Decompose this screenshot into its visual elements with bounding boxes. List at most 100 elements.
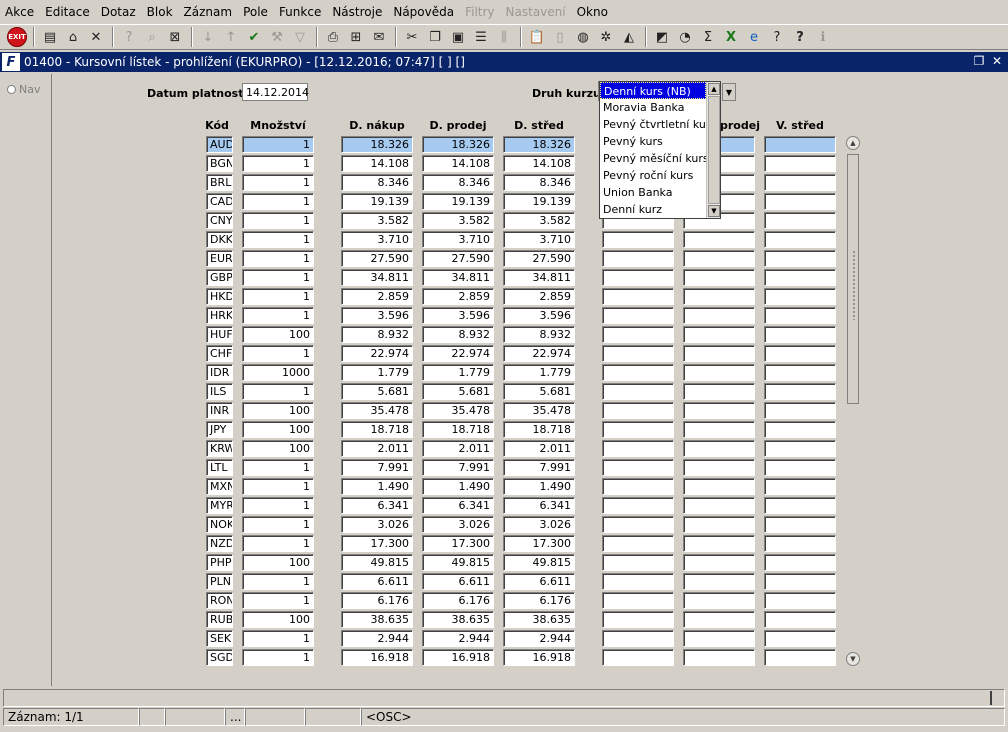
cell-v-prodej[interactable] [683, 345, 755, 362]
insert-record-button[interactable]: ▤ [39, 26, 61, 48]
cell-d-nakup[interactable]: 2.859 [341, 288, 413, 305]
cell-d-nakup[interactable]: 17.300 [341, 535, 413, 552]
cell-v-stred[interactable] [764, 345, 836, 362]
cell-v-nakup[interactable] [602, 573, 674, 590]
cell-v-nakup[interactable] [602, 288, 674, 305]
cell-v-stred[interactable] [764, 193, 836, 210]
cell-d-nakup[interactable]: 18.326 [341, 136, 413, 153]
cancel-query-button[interactable]: ⊠ [164, 26, 186, 48]
cell-d-stred[interactable]: 8.932 [503, 326, 575, 343]
cell-kod[interactable]: INR [206, 402, 233, 419]
cell-v-prodej[interactable] [683, 535, 755, 552]
cell-v-prodej[interactable] [683, 497, 755, 514]
execute-query-button[interactable]: ⌕ [141, 26, 163, 48]
cell-d-prodej[interactable]: 14.108 [422, 155, 494, 172]
cell-d-nakup[interactable]: 1.490 [341, 478, 413, 495]
cell-v-nakup[interactable] [602, 459, 674, 476]
cell-d-stred[interactable]: 35.478 [503, 402, 575, 419]
confirm-button[interactable]: ✔ [243, 26, 265, 48]
cell-kod[interactable]: RUB [206, 611, 233, 628]
cell-v-prodej[interactable] [683, 421, 755, 438]
cell-v-stred[interactable] [764, 364, 836, 381]
cell-kod[interactable]: HUF [206, 326, 233, 343]
cell-d-prodej[interactable]: 2.011 [422, 440, 494, 457]
cell-d-stred[interactable]: 2.011 [503, 440, 575, 457]
cell-kod[interactable]: ILS [206, 383, 233, 400]
copy-button[interactable]: ❐ [424, 26, 446, 48]
delete-record-button[interactable]: ✕ [85, 26, 107, 48]
menu-dotaz[interactable]: Dotaz [100, 3, 137, 21]
query-button[interactable]: ? [118, 26, 140, 48]
menu-nastaveni[interactable]: Nastavení [505, 3, 567, 21]
cell-kod[interactable]: LTL [206, 459, 233, 476]
druh-kurzu-dropdown-list[interactable]: Denní kurs (NB) Moravia Banka Pevný čtvrtl… [599, 81, 721, 219]
cell-v-prodej[interactable] [683, 288, 755, 305]
menu-okno[interactable]: Okno [576, 3, 609, 21]
cell-v-stred[interactable] [764, 611, 836, 628]
cell-v-stred[interactable] [764, 288, 836, 305]
menu-akce[interactable]: Akce [4, 3, 35, 21]
cell-v-stred[interactable] [764, 174, 836, 191]
tools-button[interactable]: ⚒ [266, 26, 288, 48]
cell-d-nakup[interactable]: 38.635 [341, 611, 413, 628]
cell-d-nakup[interactable]: 18.718 [341, 421, 413, 438]
document-button[interactable]: ▯ [549, 26, 571, 48]
cell-d-prodej[interactable]: 8.932 [422, 326, 494, 343]
cell-d-prodej[interactable]: 34.811 [422, 269, 494, 286]
cell-mnozstvi[interactable]: 1 [242, 535, 314, 552]
cell-v-nakup[interactable] [602, 383, 674, 400]
cell-v-stred[interactable] [764, 421, 836, 438]
cell-d-prodej[interactable]: 18.326 [422, 136, 494, 153]
cell-d-stred[interactable]: 8.346 [503, 174, 575, 191]
cell-kod[interactable]: RON [206, 592, 233, 609]
cell-kod[interactable]: KRW [206, 440, 233, 457]
cell-kod[interactable]: JPY [206, 421, 233, 438]
dropdown-option[interactable]: Denní kurz [600, 201, 706, 218]
cell-v-prodej[interactable] [683, 554, 755, 571]
cell-v-nakup[interactable] [602, 307, 674, 324]
cell-kod[interactable]: MYR [206, 497, 233, 514]
cell-d-nakup[interactable]: 3.596 [341, 307, 413, 324]
cell-d-stred[interactable]: 1.779 [503, 364, 575, 381]
cell-kod[interactable]: SEK [206, 630, 233, 647]
cell-d-prodej[interactable]: 8.346 [422, 174, 494, 191]
cell-v-nakup[interactable] [602, 440, 674, 457]
cell-d-nakup[interactable]: 2.011 [341, 440, 413, 457]
cell-mnozstvi[interactable]: 100 [242, 421, 314, 438]
cell-d-nakup[interactable]: 3.026 [341, 516, 413, 533]
cell-mnozstvi[interactable]: 1 [242, 231, 314, 248]
cell-mnozstvi[interactable]: 1 [242, 383, 314, 400]
menu-napoveda[interactable]: Nápověda [392, 3, 455, 21]
cell-d-stred[interactable]: 16.918 [503, 649, 575, 666]
cell-d-prodej[interactable]: 19.139 [422, 193, 494, 210]
cell-d-nakup[interactable]: 27.590 [341, 250, 413, 267]
cell-v-prodej[interactable] [683, 478, 755, 495]
cell-d-stred[interactable]: 17.300 [503, 535, 575, 552]
save-button[interactable]: ⌂ [62, 26, 84, 48]
dropdown-option[interactable]: Denní kurs (NB) [600, 82, 706, 99]
cell-v-stred[interactable] [764, 630, 836, 647]
cut-button[interactable]: ✂ [401, 26, 423, 48]
cell-d-nakup[interactable]: 6.176 [341, 592, 413, 609]
cell-kod[interactable]: MXN [206, 478, 233, 495]
cell-v-stred[interactable] [764, 554, 836, 571]
cell-kod[interactable]: CHF [206, 345, 233, 362]
cell-v-nakup[interactable] [602, 250, 674, 267]
cell-v-nakup[interactable] [602, 326, 674, 343]
dropdown-scroll-up-button[interactable]: ▲ [708, 83, 720, 95]
context-help-button[interactable]: ? [789, 26, 811, 48]
list-button[interactable]: ☰ [470, 26, 492, 48]
cell-v-stred[interactable] [764, 535, 836, 552]
cell-d-stred[interactable]: 38.635 [503, 611, 575, 628]
cell-d-stred[interactable]: 34.811 [503, 269, 575, 286]
cell-v-stred[interactable] [764, 269, 836, 286]
cell-kod[interactable]: BGN [206, 155, 233, 172]
cell-d-stred[interactable]: 14.108 [503, 155, 575, 172]
info-button[interactable]: ℹ [812, 26, 834, 48]
cell-v-nakup[interactable] [602, 231, 674, 248]
cell-mnozstvi[interactable]: 100 [242, 554, 314, 571]
cell-kod[interactable]: CAD [206, 193, 233, 210]
cell-d-stred[interactable]: 3.582 [503, 212, 575, 229]
cell-d-nakup[interactable]: 22.974 [341, 345, 413, 362]
cell-kod[interactable]: EUR [206, 250, 233, 267]
